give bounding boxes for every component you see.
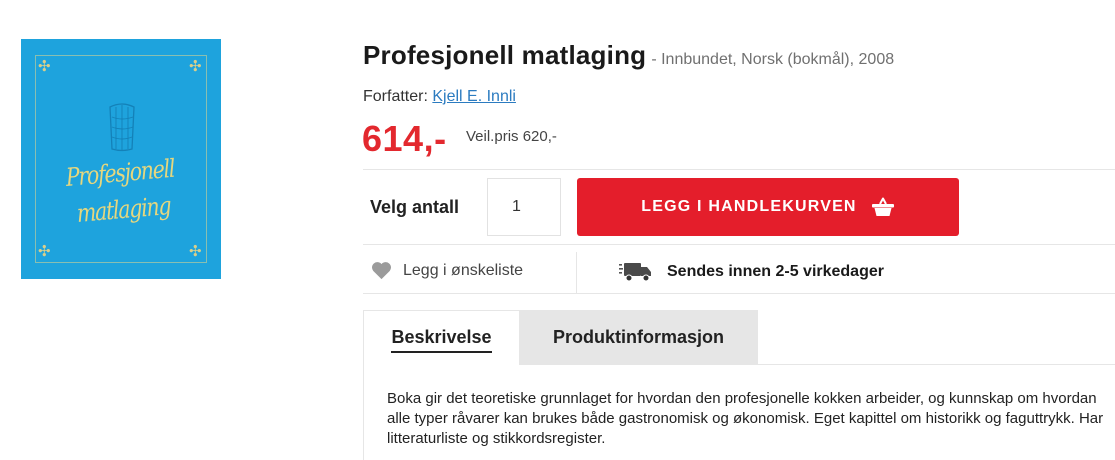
quantity-input[interactable] [487,178,561,236]
list-price: Veil.pris 620,- [466,128,557,145]
quantity-label: Velg antall [370,197,460,217]
author-line: Forfatter: Kjell E. Innli [363,88,516,106]
delivery-truck-icon [619,263,651,282]
author-link[interactable]: Kjell E. Innli [432,88,516,105]
wishlist-button[interactable]: Legg i ønskeliste [371,261,523,280]
product-cover-image[interactable]: ✣ ✣ ✣ ✣ Profesjonell matlaging [21,39,221,279]
ornament-icon: ✣ [189,57,202,75]
product-description: Boka gir det teoretiske grunnlaget for h… [387,390,1104,447]
divider [363,293,1115,294]
divider [576,252,577,294]
author-label: Forfatter: [363,88,433,105]
add-to-cart-button[interactable]: LEGG I HANDLEKURVEN [577,178,959,236]
tab-description[interactable]: Beskrivelse [363,310,519,365]
shipping-label: Sendes innen 2-5 virkedager [667,263,884,280]
title-line: Profesjonell matlaging - Innbundet, Nors… [363,40,894,71]
ornament-icon: ✣ [189,242,202,260]
ornament-icon: ✣ [38,57,51,75]
wishlist-label: Legg i ønskeliste [403,261,524,279]
ornament-icon: ✣ [38,242,51,260]
heart-icon [372,262,391,280]
shipping-info: Sendes innen 2-5 virkedager [619,262,884,282]
product-meta: - Innbundet, Norsk (bokmål), 2008 [651,51,895,68]
add-to-cart-label: LEGG I HANDLEKURVEN [641,198,857,215]
divider [363,244,1115,245]
divider [363,169,1115,170]
basket-icon [871,197,894,216]
tab-description-label: Beskrivelse [391,327,492,353]
tab-product-info[interactable]: Produktinformasjon [519,310,758,365]
tab-underline-divider [758,364,1115,365]
product-title: Profesjonell matlaging [363,40,647,70]
chef-hat-icon [109,103,135,152]
tab-product-info-label: Produktinformasjon [552,327,724,347]
price: 614,- [362,118,447,159]
